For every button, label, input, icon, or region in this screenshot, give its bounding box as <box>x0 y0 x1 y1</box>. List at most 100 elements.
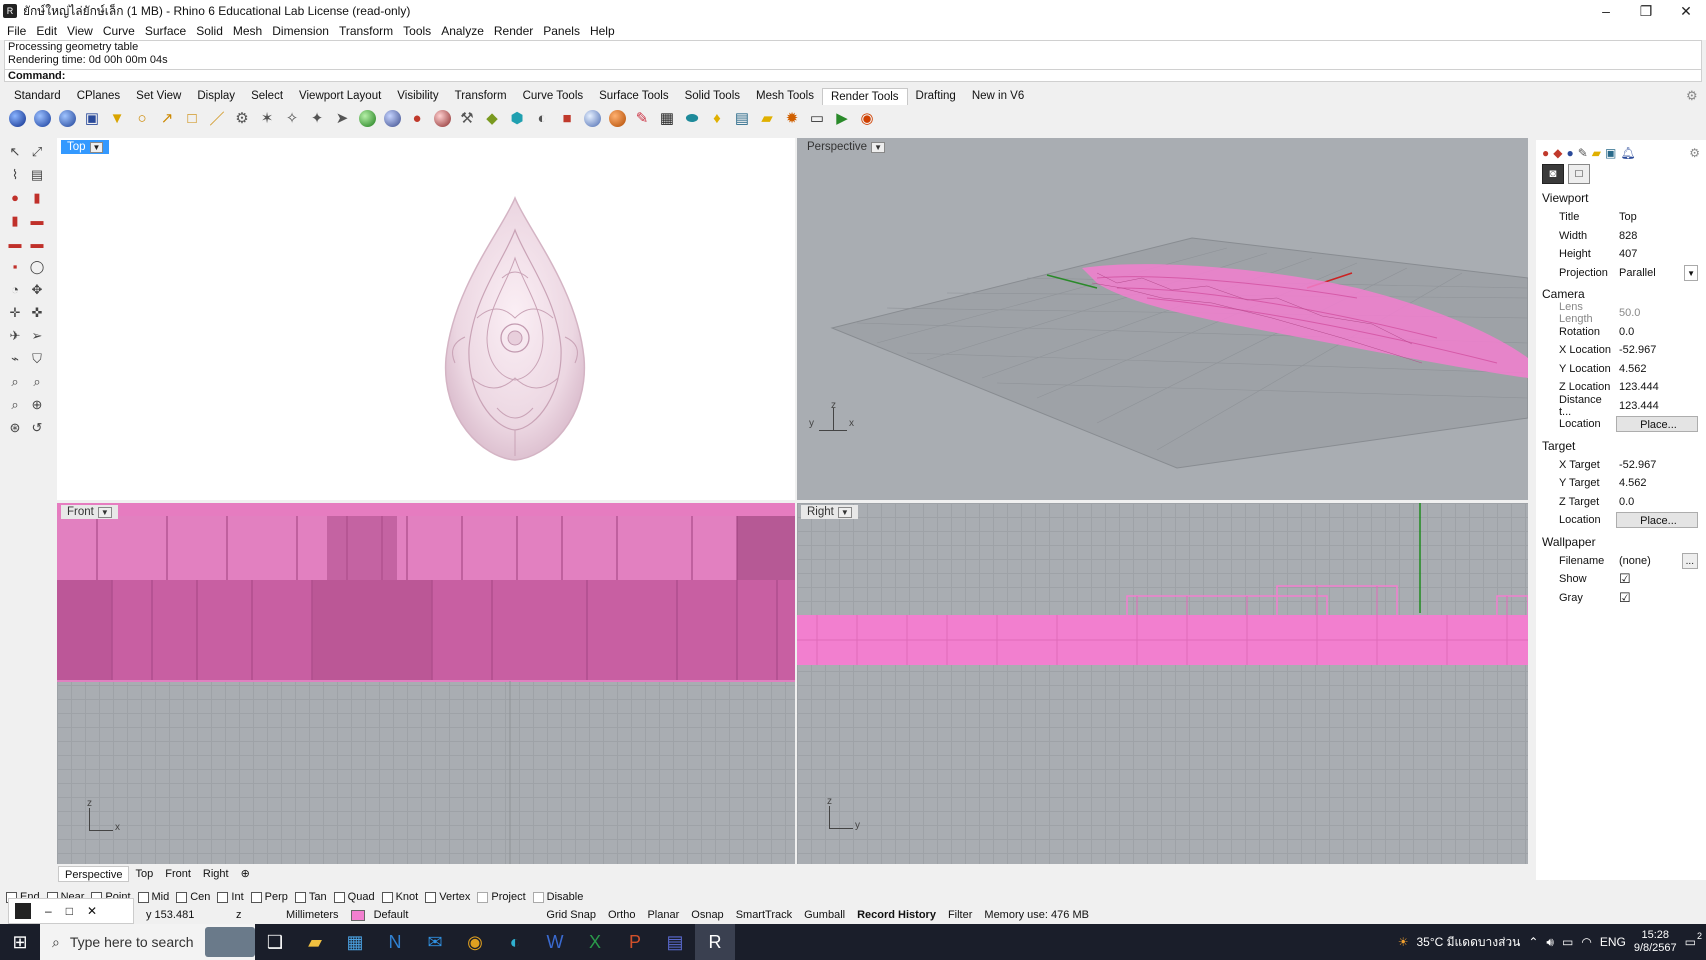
maximize-button[interactable]: ❐ <box>1626 3 1666 20</box>
checkbox-icon[interactable] <box>250 891 262 903</box>
checker-icon[interactable]: ▦ <box>656 107 678 129</box>
chevron-down-icon[interactable]: ▼ <box>1684 264 1698 281</box>
circle-tool-icon[interactable]: ◯ <box>26 256 48 278</box>
command-area[interactable]: Processing geometry table Rendering time… <box>4 40 1702 82</box>
minimize-button[interactable]: – <box>1586 3 1626 19</box>
render-preview-icon[interactable] <box>31 107 53 129</box>
chrome-icon[interactable]: ◉ <box>455 924 495 960</box>
chevron-up-icon[interactable]: ⌃ <box>1528 935 1538 949</box>
camera-place-button[interactable]: Place... <box>1616 416 1698 433</box>
vehicle-icon[interactable]: ▬ <box>26 210 48 232</box>
prop-value[interactable]: 123.444 <box>1616 379 1698 395</box>
shield-icon[interactable]: ⛉ <box>26 348 48 370</box>
truck-icon[interactable]: ▬ <box>4 233 26 255</box>
chevron-down-icon[interactable]: ▼ <box>97 506 112 518</box>
tab-transform[interactable]: Transform <box>447 88 515 105</box>
meeting-icon[interactable]: ▤ <box>655 924 695 960</box>
file-explorer-icon[interactable]: ▰ <box>295 924 335 960</box>
smarttrack-toggle[interactable]: SmartTrack <box>730 909 798 921</box>
vptab-perspective[interactable]: Perspective <box>58 866 130 882</box>
vptab-front[interactable]: Front <box>159 866 197 882</box>
prop-value[interactable]: 0.0 <box>1616 494 1698 510</box>
viewport-front[interactable]: Front ▼ z x <box>57 503 795 864</box>
light-array-icon[interactable]: ✶ <box>256 107 278 129</box>
osnap-cen[interactable]: Cen <box>176 891 210 903</box>
tab-set-view[interactable]: Set View <box>128 88 189 105</box>
light-tool-icon[interactable]: ⚙ <box>231 107 253 129</box>
chevron-down-icon[interactable]: ▼ <box>89 141 104 153</box>
scale-icon[interactable]: ⤢ <box>26 141 48 163</box>
zoom-window-icon[interactable]: ⌕ <box>26 371 48 393</box>
filename-field[interactable]: (none)... <box>1616 552 1698 569</box>
vptab-top[interactable]: Top <box>129 866 159 882</box>
tab-solid-tools[interactable]: Solid Tools <box>677 88 748 105</box>
rhino-taskbar-icon[interactable]: R <box>695 924 735 960</box>
ortho-toggle[interactable]: Ortho <box>602 909 642 921</box>
menu-dimension[interactable]: Dimension <box>272 24 329 38</box>
menu-file[interactable]: File <box>7 24 26 38</box>
units-display[interactable]: Millimeters <box>280 909 345 921</box>
viewport-label-perspective[interactable]: Perspective ▼ <box>801 140 891 154</box>
gizmo-icon[interactable]: ✛ <box>4 302 26 324</box>
viewport-label-top[interactable]: Top ▼ <box>61 140 110 154</box>
menu-view[interactable]: View <box>67 24 93 38</box>
skylight-icon[interactable]: ⬬ <box>681 107 703 129</box>
viewport-right[interactable]: Right ▼ z y <box>797 503 1528 864</box>
checkbox-icon[interactable] <box>217 891 229 903</box>
menu-analyze[interactable]: Analyze <box>441 24 484 38</box>
front-model-view[interactable] <box>57 503 795 864</box>
tab-visibility[interactable]: Visibility <box>389 88 446 105</box>
camera-target-icon[interactable]: ✧ <box>281 107 303 129</box>
grid-snap-toggle[interactable]: Grid Snap <box>540 909 602 921</box>
command-prompt[interactable]: Command: <box>5 69 1701 82</box>
cylinder-icon[interactable]: ▮ <box>26 187 48 209</box>
checkbox-icon[interactable] <box>532 891 544 903</box>
lights-tab-icon[interactable]: ✎ <box>1578 146 1588 160</box>
spotlight-icon[interactable]: ▼ <box>106 107 128 129</box>
osnap-vertex[interactable]: Vertex <box>425 891 470 903</box>
right-model-view[interactable] <box>797 503 1528 864</box>
tab-drafting[interactable]: Drafting <box>908 88 964 105</box>
checkbox-icon[interactable] <box>333 891 345 903</box>
chevron-down-icon[interactable]: ▼ <box>837 506 852 518</box>
checkbox-icon[interactable] <box>294 891 306 903</box>
zoom-extents-icon[interactable]: ⌕ <box>4 394 26 416</box>
checkbox-icon[interactable] <box>477 891 489 903</box>
weather-text[interactable]: 35°C มีแดดบางส่วน <box>1417 933 1521 952</box>
menu-render[interactable]: Render <box>494 24 533 38</box>
viewport-perspective[interactable]: Perspective ▼ z y x <box>797 138 1528 500</box>
gumball-toggle[interactable]: Gumball <box>798 909 851 921</box>
taskbar-search[interactable]: ⌕ Type here to search <box>40 924 255 960</box>
prop-value[interactable]: -52.967 <box>1616 457 1698 473</box>
car-icon[interactable]: ● <box>4 187 26 209</box>
taskbar-thumbnail[interactable]: – □ ✕ <box>8 898 134 924</box>
properties-tab-icon[interactable]: ● <box>1542 146 1549 160</box>
clock[interactable]: 15:28 9/8/2567 <box>1634 929 1677 955</box>
chevron-down-icon[interactable]: ▼ <box>871 141 886 153</box>
osnap-disable[interactable]: Disable <box>532 891 583 903</box>
menu-curve[interactable]: Curve <box>103 24 135 38</box>
checkbox-icon[interactable] <box>137 891 149 903</box>
tab-cplanes[interactable]: CPlanes <box>69 88 128 105</box>
thai-ornament-model[interactable] <box>57 138 795 500</box>
tank-icon[interactable]: ▮ <box>4 210 26 232</box>
viewport-label-front[interactable]: Front ▼ <box>61 505 118 519</box>
add-viewport-icon[interactable]: ⊕ <box>235 866 256 882</box>
menu-solid[interactable]: Solid <box>196 24 223 38</box>
prop-value[interactable]: 4.562 <box>1616 361 1698 377</box>
close-button[interactable]: ✕ <box>1666 3 1706 20</box>
menu-panels[interactable]: Panels <box>543 24 580 38</box>
task-view-icon[interactable]: ❑ <box>255 924 295 960</box>
filter-toggle[interactable]: Filter <box>942 909 978 921</box>
box-mapping-icon[interactable]: ◆ <box>481 107 503 129</box>
layer-display[interactable]: Default <box>345 909 421 921</box>
materials-tab-icon[interactable]: ◆ <box>1553 146 1562 160</box>
word-icon[interactable]: W <box>535 924 575 960</box>
lightbulb-icon[interactable]: ♦ <box>706 107 728 129</box>
sedan-icon[interactable]: ▪ <box>4 256 26 278</box>
osnap-perp[interactable]: Perp <box>250 891 288 903</box>
decal-icon[interactable]: ◐ <box>531 107 553 129</box>
browse-button[interactable]: ... <box>1681 552 1698 569</box>
eyedropper-icon[interactable]: ✎ <box>631 107 653 129</box>
sun-icon[interactable] <box>581 107 603 129</box>
